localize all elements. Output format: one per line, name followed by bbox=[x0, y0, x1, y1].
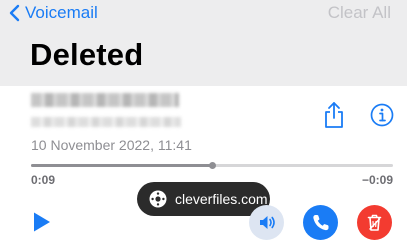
back-button-label: Voicemail bbox=[25, 3, 98, 22]
speaker-icon bbox=[260, 216, 275, 229]
clear-all-button[interactable]: Clear All bbox=[328, 3, 391, 23]
info-icon[interactable] bbox=[370, 103, 394, 127]
delete-button[interactable] bbox=[357, 205, 392, 240]
redacted-caller-name bbox=[31, 93, 179, 107]
playback-scrubber-handle[interactable] bbox=[209, 162, 216, 169]
call-back-button[interactable] bbox=[303, 205, 338, 240]
page-title: Deleted bbox=[30, 37, 144, 72]
share-icon[interactable] bbox=[322, 101, 346, 129]
cleverfiles-logo-icon bbox=[149, 190, 167, 208]
speaker-button[interactable] bbox=[249, 205, 284, 240]
navigation-header: Voicemail Clear All Deleted bbox=[0, 0, 407, 86]
play-icon[interactable] bbox=[32, 211, 52, 233]
chevron-left-icon bbox=[9, 4, 20, 22]
trash-icon bbox=[367, 214, 382, 231]
elapsed-time: 0:09 bbox=[31, 173, 56, 187]
playback-progress-fill bbox=[31, 164, 212, 167]
back-button[interactable]: Voicemail bbox=[8, 2, 98, 24]
redacted-caller-detail bbox=[31, 117, 181, 127]
voicemail-date: 10 November 2022, 11:41 bbox=[31, 137, 192, 153]
playback-scrubber[interactable] bbox=[31, 162, 393, 169]
phone-icon bbox=[313, 215, 329, 231]
remaining-time: −0:09 bbox=[361, 173, 393, 187]
